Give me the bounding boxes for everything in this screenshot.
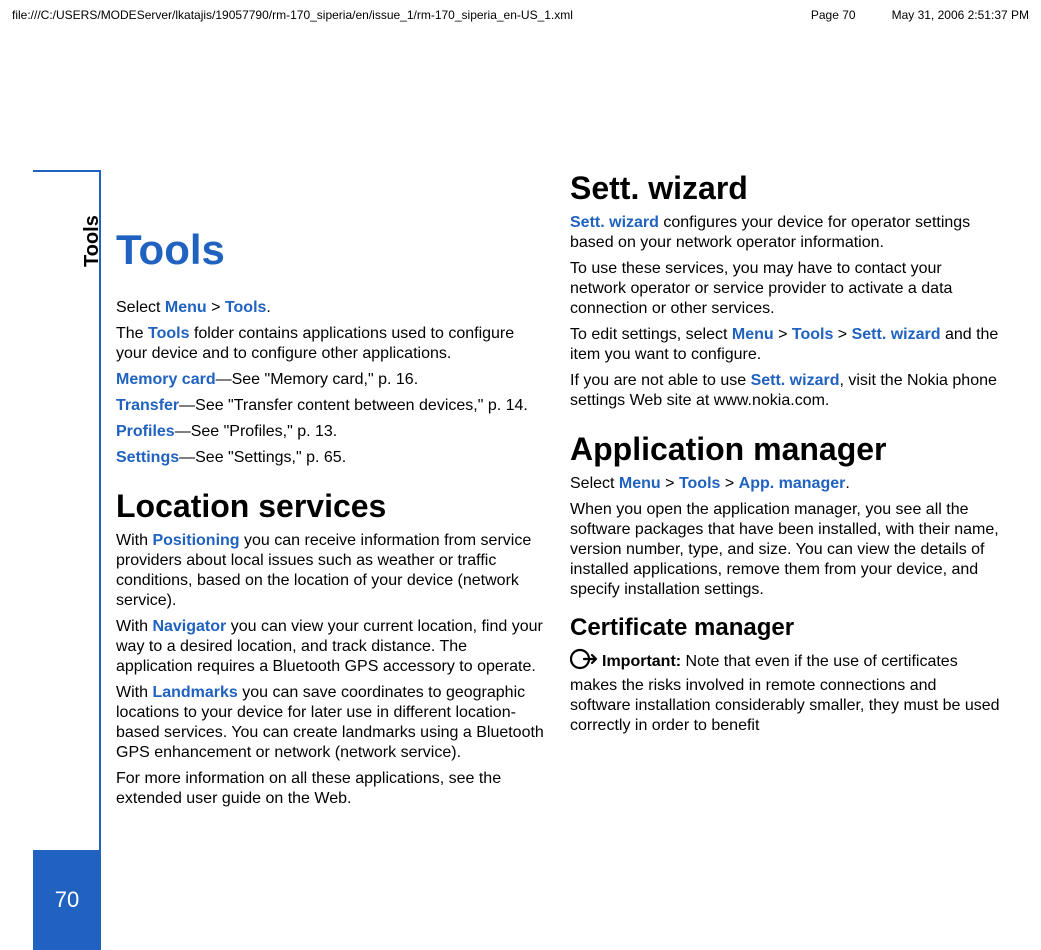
text: Select [570,475,619,492]
navigator-link: Navigator [152,618,226,635]
menu-link: Menu [619,475,661,492]
transfer-ref: Transfer—See "Transfer content between d… [116,396,546,416]
important-label: Important: [602,653,686,670]
separator: > [661,475,679,492]
profiles-link: Profiles [116,423,175,440]
menu-link: Menu [165,299,207,316]
separator: > [720,475,738,492]
tools-link: Tools [679,475,720,492]
text: With [116,618,152,635]
location-positioning: With Positioning you can receive informa… [116,531,546,611]
important-icon [570,648,598,676]
sidebar-page-number: 70 [55,887,79,913]
tools-link: Tools [148,325,189,342]
transfer-link: Transfer [116,397,179,414]
text: The [116,325,148,342]
heading-cert-manager: Certificate manager [570,614,1000,642]
location-navigator: With Navigator you can view your current… [116,617,546,677]
text: —See "Memory card," p. 16. [216,371,419,388]
separator: > [774,326,792,343]
menu-link: Menu [732,326,774,343]
intro-select: Select Menu > Tools. [116,298,546,318]
column-2: Sett. wizard Sett. wizard configures you… [570,170,1000,815]
am-desc: When you open the application manager, y… [570,500,1000,600]
landmarks-link: Landmarks [152,684,237,701]
sw-edit: To edit settings, select Menu > Tools > … [570,325,1000,365]
intro-desc: The Tools folder contains applications u… [116,324,546,364]
text: —See "Settings," p. 65. [179,449,346,466]
heading-app-manager: Application manager [570,431,1000,468]
location-landmarks: With Landmarks you can save coordinates … [116,683,546,763]
settings-link: Settings [116,449,179,466]
sw-desc: Sett. wizard configures your device for … [570,213,1000,253]
chapter-title: Tools [116,226,546,274]
text: With [116,684,152,701]
separator: > [207,299,225,316]
text: To edit settings, select [570,326,732,343]
sett-wizard-link: Sett. wizard [570,214,659,231]
sidebar-tab-label: Tools [81,215,104,267]
text: —See "Profiles," p. 13. [175,423,338,440]
tools-link: Tools [792,326,833,343]
sett-wizard-link: Sett. wizard [751,372,840,389]
positioning-link: Positioning [152,532,239,549]
column-1: Tools Select Menu > Tools. The Tools fol… [116,170,546,815]
separator: > [833,326,851,343]
settings-ref: Settings—See "Settings," p. 65. [116,448,546,468]
heading-location-services: Location services [116,488,546,525]
memory-card-link: Memory card [116,371,216,388]
sett-wizard-link: Sett. wizard [852,326,941,343]
sw-contact: To use these services, you may have to c… [570,259,1000,319]
text: With [116,532,152,549]
sw-unable: If you are not able to use Sett. wizard,… [570,371,1000,411]
am-select: Select Menu > Tools > App. manager. [570,474,1000,494]
text: . [266,299,270,316]
text: If you are not able to use [570,372,751,389]
app-manager-link: App. manager [739,475,846,492]
memory-card-ref: Memory card—See "Memory card," p. 16. [116,370,546,390]
cm-important: Important: Note that even if the use of … [570,648,1000,736]
text: . [845,475,849,492]
text: —See "Transfer content between devices,"… [179,397,528,414]
sidebar-page-number-box: 70 [33,850,101,950]
location-moreinfo: For more information on all these applic… [116,769,546,809]
sidebar: Tools 70 [33,170,101,890]
heading-sett-wizard: Sett. wizard [570,170,1000,207]
text: Select [116,299,165,316]
header-bar: file:///C:/USERS/MODEServer/lkatajis/190… [12,8,1029,22]
header-path: file:///C:/USERS/MODEServer/lkatajis/190… [12,8,573,22]
profiles-ref: Profiles—See "Profiles," p. 13. [116,422,546,442]
header-page: Page 70 [811,8,856,22]
tools-link: Tools [225,299,266,316]
header-datetime: May 31, 2006 2:51:37 PM [892,8,1029,22]
